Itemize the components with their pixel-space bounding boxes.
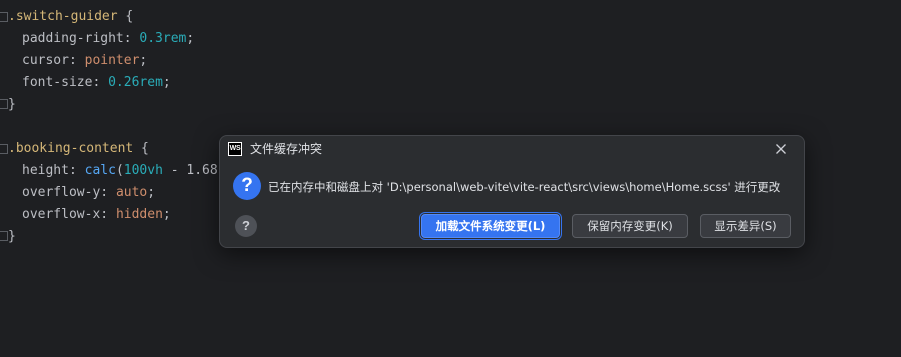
help-button[interactable]: ? bbox=[235, 215, 257, 237]
show-diff-button[interactable]: 显示差异(S) bbox=[700, 214, 791, 238]
load-filesystem-changes-button[interactable]: 加载文件系统变更(L) bbox=[421, 214, 560, 238]
css-selector: .switch-guider bbox=[8, 9, 118, 24]
code-line: } bbox=[8, 97, 16, 112]
fold-marker[interactable] bbox=[0, 231, 8, 241]
code-line: .switch-guider { bbox=[8, 9, 134, 24]
code-line: overflow-x: hidden; bbox=[22, 207, 171, 222]
close-icon[interactable] bbox=[773, 141, 789, 157]
fold-marker[interactable] bbox=[0, 12, 8, 22]
code-line: height: calc(100vh - 1.68 bbox=[22, 163, 218, 178]
code-line: font-size: 0.26rem; bbox=[22, 75, 171, 90]
code-line: cursor: pointer; bbox=[22, 53, 148, 68]
dialog-message: 已在内存中和磁盘上对 'D:\personal\web-vite\vite-re… bbox=[268, 180, 781, 194]
code-line: padding-right: 0.3rem; bbox=[22, 31, 195, 46]
file-cache-conflict-dialog: WS 文件缓存冲突 ? 已在内存中和磁盘上对 'D:\personal\web-… bbox=[219, 135, 805, 248]
keep-memory-changes-button[interactable]: 保留内存变更(K) bbox=[572, 214, 688, 238]
question-icon: ? bbox=[233, 172, 261, 200]
code-line: } bbox=[8, 229, 16, 244]
dialog-title: 文件缓存冲突 bbox=[250, 142, 323, 156]
css-selector: .booking-content bbox=[8, 141, 134, 156]
webstorm-logo-icon: WS bbox=[228, 142, 242, 156]
code-line: overflow-y: auto; bbox=[22, 185, 156, 200]
code-line: .booking-content { bbox=[8, 141, 149, 156]
fold-marker[interactable] bbox=[0, 99, 8, 109]
fold-marker[interactable] bbox=[0, 144, 8, 154]
